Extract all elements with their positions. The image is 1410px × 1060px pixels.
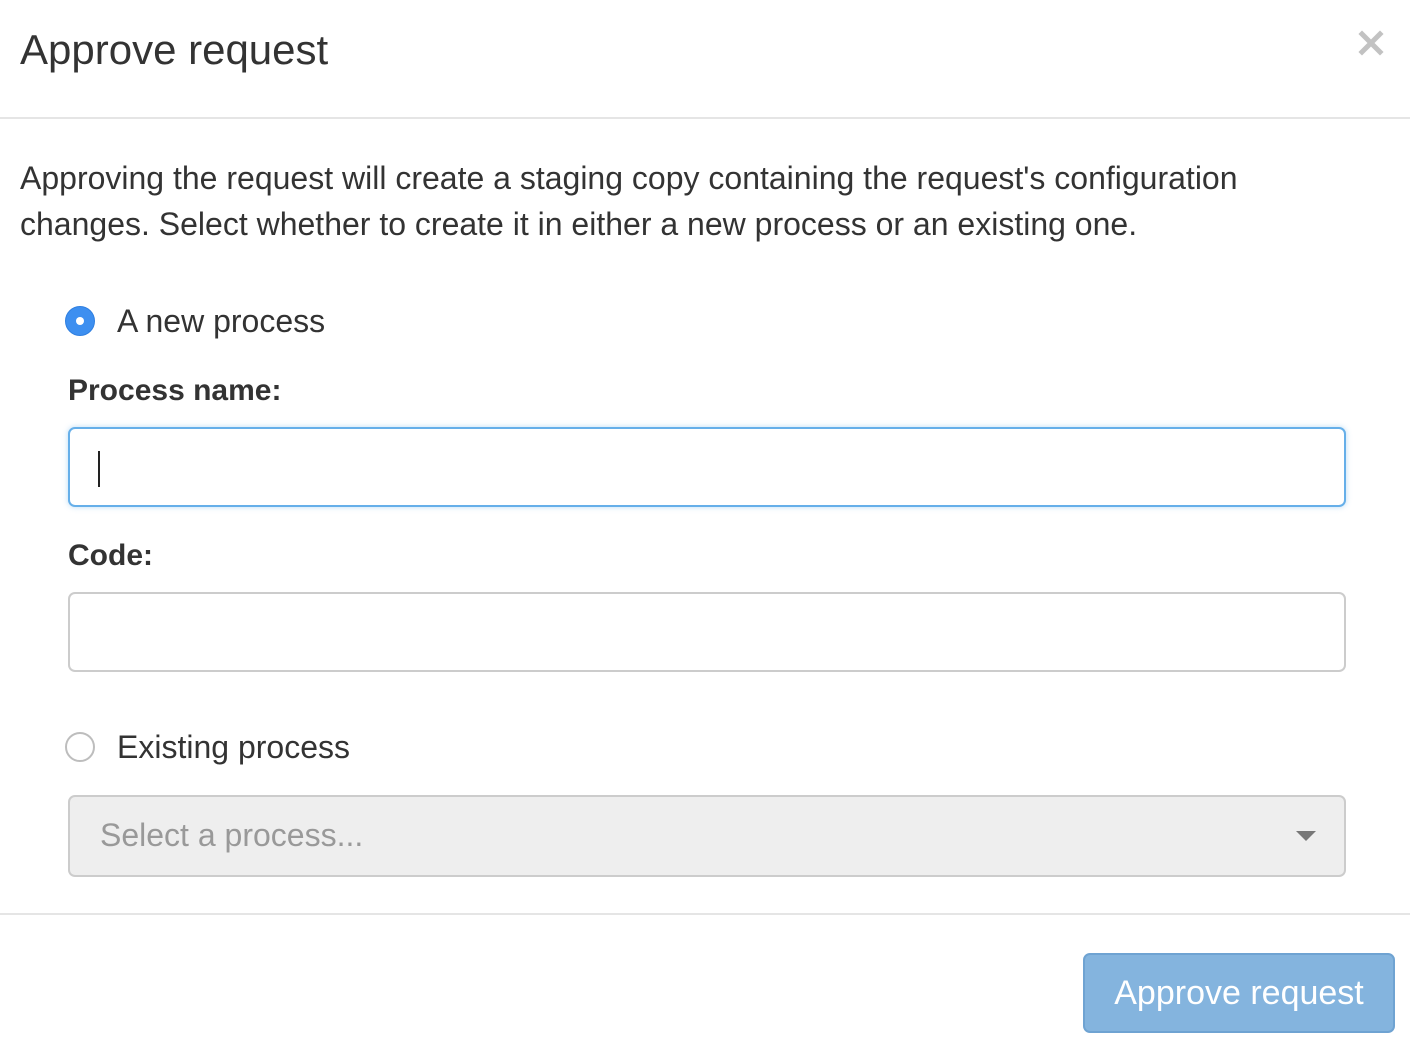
code-label: Code: <box>68 539 153 572</box>
existing-process-radio[interactable] <box>65 732 95 762</box>
approve-request-dialog: Approve request Approving the request wi… <box>0 0 1410 1060</box>
chevron-down-icon <box>1296 831 1316 841</box>
new-process-label: A new process <box>117 302 326 339</box>
existing-process-label: Existing process <box>117 728 350 765</box>
dialog-body: Approving the request will create a stag… <box>0 119 1410 913</box>
process-name-label: Process name: <box>68 374 282 407</box>
intro-text: Approving the request will create a stag… <box>20 160 1238 242</box>
dialog-header: Approve request <box>0 0 1410 119</box>
text-caret <box>98 451 100 487</box>
new-process-radio[interactable] <box>65 306 95 336</box>
dialog-footer: Approve request <box>0 913 1410 1060</box>
close-button[interactable] <box>1352 24 1392 64</box>
approve-request-button[interactable]: Approve request <box>1083 953 1395 1033</box>
existing-process-select[interactable]: Select a process... <box>68 795 1346 877</box>
close-icon <box>1352 24 1392 64</box>
code-input[interactable] <box>68 592 1346 672</box>
new-process-option[interactable]: A new process <box>65 301 325 341</box>
dialog-title: Approve request <box>20 26 329 73</box>
process-name-input[interactable] <box>68 427 1346 507</box>
select-placeholder: Select a process... <box>100 817 364 853</box>
existing-process-option[interactable]: Existing process <box>65 727 350 767</box>
